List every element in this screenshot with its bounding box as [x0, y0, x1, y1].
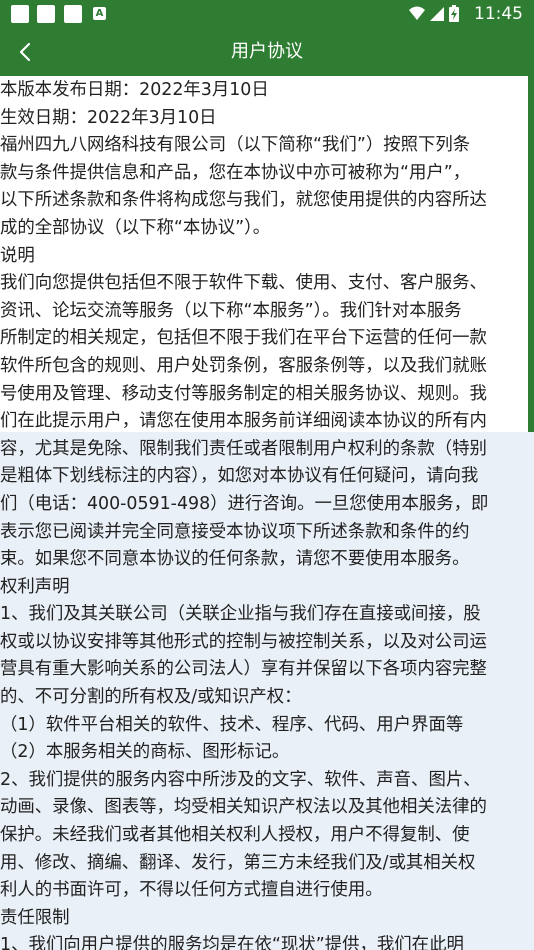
- back-button[interactable]: [8, 32, 48, 72]
- agreement-line: 动画、录像、图表等，均受相关知识产权法以及其他相关法律的: [0, 797, 487, 818]
- agreement-line: 软件所包含的规则、用户处罚条例，客服条例等，以及我们就账: [0, 355, 487, 376]
- battery-icon: [449, 5, 459, 22]
- agreement-line: 表示您已阅读并完全同意接受本协议项下所述条款和条件的约: [0, 521, 470, 542]
- section-heading: 权利声明: [0, 576, 70, 597]
- agreement-line: 款与条件提供信息和产品，您在本协议中亦可被称为“用户”，: [0, 162, 471, 183]
- agreement-line: 2、我们提供的服务内容中所涉及的文字、软件、声音、图片、: [0, 769, 481, 790]
- agreement-text: 本版本发布日期：2022年3月10日 生效日期：2022年3月10日 福州四九八…: [0, 77, 534, 950]
- notification-icon: [11, 5, 29, 23]
- agreement-line: 是粗体下划线标注的内容），如您对本协议有任何疑问，请向我: [0, 466, 479, 487]
- app-bar: 用户协议: [0, 28, 534, 76]
- agreement-line: 们在此提示用户，请您在使用本服务前详细阅读本协议的所有内: [0, 411, 487, 432]
- a-icon: A: [93, 7, 106, 20]
- agreement-line: 权或以协议安排等其他形式的控制与被控制关系，以及对公司运: [0, 631, 487, 652]
- chevron-left-icon: [19, 42, 31, 62]
- agreement-line: 用、修改、摘编、翻译、发行，第三方未经我们及/或其相关权: [0, 852, 476, 873]
- section-heading: 说明: [0, 245, 35, 266]
- agreement-line: 保护。未经我们或者其他相关权利人授权，用户不得复制、使: [0, 825, 470, 846]
- agreement-line: 所制定的相关规定，包括但不限于我们在平台下运营的任何一款: [0, 328, 487, 349]
- agreement-line: 本版本发布日期：2022年3月10日: [0, 80, 269, 100]
- agreement-line: 1、我们向用户提供的服务均是在依“现状”提供，我们在此明: [0, 935, 464, 950]
- agreement-line: 以下所述条款和条件将构成您与我们，就您使用提供的内容所达: [0, 190, 487, 211]
- agreement-line: 福州四九八网络科技有限公司（以下简称“我们”）按照下列条: [0, 135, 471, 156]
- agreement-line: 们（电话：400-0591-498）进行咨询。一旦您使用本服务，即: [0, 493, 489, 514]
- system-icons: [409, 5, 459, 22]
- page-title: 用户协议: [231, 41, 303, 62]
- agreement-line: 号使用及管理、移动支付等服务制定的相关服务协议、规则。我: [0, 383, 487, 404]
- agreement-line: 1、我们及其关联公司（关联企业指与我们存在直接或间接，股: [0, 604, 481, 625]
- signal-icon: [430, 7, 444, 21]
- agreement-line: 容，尤其是免除、限制我们责任或者限制用户权利的条款（特别: [0, 438, 487, 459]
- agreement-line: 生效日期：2022年3月10日: [0, 107, 217, 128]
- notification-icon: [37, 5, 55, 23]
- notification-icon: [64, 5, 82, 23]
- agreement-line: 营具有重大影响关系的公司法人）享有并保留以下各项内容完整: [0, 659, 487, 680]
- agreement-line: 我们向您提供包括但不限于软件下载、使用、支付、客户服务、: [0, 273, 487, 294]
- section-heading: 责任限制: [0, 907, 70, 928]
- agreement-line: 利人的书面许可，不得以任何方式擅自进行使用。: [0, 880, 383, 901]
- agreement-content[interactable]: 本版本发布日期：2022年3月10日 生效日期：2022年3月10日 福州四九八…: [0, 76, 534, 950]
- agreement-line: 束。如果您不同意本协议的任何条款，请您不要使用本服务。: [0, 549, 470, 570]
- agreement-line: 的、不可分割的所有权及/或知识产权：: [0, 687, 302, 708]
- agreement-line: （2）本服务相关的商标、图形标记。: [0, 742, 290, 763]
- wifi-icon: [409, 6, 425, 20]
- agreement-line: 资讯、论坛交流等服务（以下称“本服务”）。我们针对本服务: [0, 300, 462, 321]
- status-bar: A 11:45: [0, 0, 534, 28]
- agreement-line: （1）软件平台相关的软件、技术、程序、代码、用户界面等: [0, 714, 464, 735]
- clock: 11:45: [474, 4, 523, 24]
- agreement-line: 成的全部协议（以下称“本协议”）。: [0, 217, 271, 238]
